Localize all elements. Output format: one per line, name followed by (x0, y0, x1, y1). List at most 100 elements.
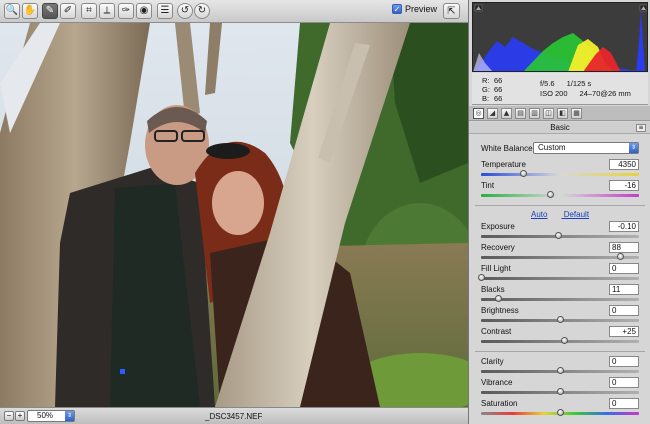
iso: ISO 200 (540, 89, 568, 98)
zoom-tool-button[interactable]: 🔍 (4, 3, 20, 19)
clarity-value-field[interactable]: 0 (609, 356, 639, 367)
saturation-control: Saturation 0 (469, 398, 650, 421)
vibrance-value-field[interactable]: 0 (609, 377, 639, 388)
vibrance-slider-thumb[interactable] (556, 388, 564, 395)
saturation-slider[interactable] (481, 409, 639, 416)
fill-light-value-field[interactable]: 0 (609, 263, 639, 274)
tint-control: Tint -16 (469, 180, 650, 203)
exposure-value-field[interactable]: -0.10 (609, 221, 639, 232)
split-toning-tab-icon: ▥ (531, 109, 538, 117)
presets-tab-icon: ▦ (573, 109, 580, 117)
blacks-control: Blacks 11 (469, 284, 650, 307)
recovery-value-field[interactable]: 88 (609, 242, 639, 253)
recovery-control: Recovery 88 (469, 242, 650, 265)
shutter-speed: 1/125 s (566, 79, 592, 88)
blacks-slider[interactable] (481, 295, 639, 302)
zoom-level-select[interactable]: 50% ⇕ (27, 410, 75, 422)
preferences-button[interactable]: ☰ (157, 3, 173, 19)
fullscreen-button[interactable]: ⇱ (443, 3, 460, 19)
tab-split-toning[interactable]: ▥ (529, 108, 540, 119)
status-bar: − + 50% ⇕ _DSC3457.NEF (0, 407, 468, 424)
plus-icon: + (17, 411, 23, 420)
white-balance-icon: ✎ (45, 5, 55, 16)
tint-slider-thumb[interactable] (547, 191, 555, 198)
crop-icon: ⌗ (86, 5, 92, 16)
rotate-right-button[interactable]: ↻ (194, 3, 210, 19)
recovery-label: Recovery (481, 243, 515, 252)
blacks-value-field[interactable]: 11 (609, 284, 639, 295)
tab-basic[interactable]: ◎ (473, 108, 484, 119)
tint-slider[interactable] (481, 191, 639, 198)
rotate-right-icon: ↻ (197, 5, 207, 16)
brightness-slider-thumb[interactable] (556, 316, 564, 323)
auto-link[interactable]: Auto (531, 210, 547, 219)
zoom-out-button[interactable]: − (4, 411, 14, 421)
preview-checkbox[interactable]: ✓ (392, 4, 402, 14)
tab-camera-calibration[interactable]: ◧ (557, 108, 568, 119)
preview-toggle[interactable]: ✓ Preview (392, 4, 437, 14)
contrast-value-field[interactable]: +25 (609, 326, 639, 337)
default-link[interactable]: Default (564, 210, 589, 219)
tint-value-field[interactable]: -16 (609, 180, 639, 191)
vibrance-control: Vibrance 0 (469, 377, 650, 400)
tab-hsl[interactable]: ▤ (515, 108, 526, 119)
brightness-slider[interactable] (481, 316, 639, 323)
file-name: _DSC3457.NEF (205, 412, 263, 421)
image-preview[interactable] (0, 23, 468, 407)
b-label: B: (482, 94, 490, 103)
saturation-value-field[interactable]: 0 (609, 398, 639, 409)
temperature-control: Temperature 4350 (469, 159, 650, 182)
minus-icon: − (6, 411, 12, 420)
temperature-value-field[interactable]: 4350 (609, 159, 639, 170)
clarity-slider[interactable] (481, 367, 639, 374)
tab-lens-corrections[interactable]: ◫ (543, 108, 554, 119)
tab-detail[interactable]: ▲ (501, 108, 512, 119)
red-eye-tool-button[interactable]: ◉ (136, 3, 152, 19)
straighten-tool-button[interactable]: ⟂ (99, 3, 115, 19)
r-label: R: (482, 76, 490, 85)
clarity-slider-thumb[interactable] (556, 367, 564, 374)
chevron-updown-icon: ⇕ (629, 143, 638, 153)
fill-light-slider-thumb[interactable] (477, 274, 485, 281)
temperature-slider[interactable] (481, 170, 639, 177)
zoom-in-button[interactable]: + (15, 411, 25, 421)
color-sampler-tool-button[interactable]: ✐ (60, 3, 76, 19)
panel-tabs: ◎ ◢ ▲ ▤ ▥ ◫ ◧ ▦ (469, 106, 650, 121)
divider (475, 351, 645, 352)
preferences-icon: ☰ (160, 5, 170, 16)
crop-tool-button[interactable]: ⌗ (81, 3, 97, 19)
lens-tab-icon: ◫ (545, 109, 552, 117)
exposure-slider-thumb[interactable] (554, 232, 562, 239)
brightness-value-field[interactable]: 0 (609, 305, 639, 316)
tint-label: Tint (481, 181, 495, 190)
recovery-slider[interactable] (481, 253, 639, 260)
contrast-slider[interactable] (481, 337, 639, 344)
fill-light-label: Fill Light (481, 264, 511, 273)
saturation-slider-thumb[interactable] (556, 409, 564, 416)
fill-light-slider[interactable] (477, 274, 639, 281)
blacks-slider-thumb[interactable] (494, 295, 502, 302)
color-sampler-icon: ✐ (63, 5, 73, 16)
white-balance-tool-button[interactable]: ✎ (42, 3, 58, 19)
retouch-tool-button[interactable]: ✑ (118, 3, 134, 19)
white-balance-label: White Balance: (481, 144, 535, 153)
vibrance-slider[interactable] (481, 388, 639, 395)
tab-tone-curve[interactable]: ◢ (487, 108, 498, 119)
g-label: G: (482, 85, 490, 94)
detail-tab-icon: ▲ (503, 109, 510, 117)
brightness-label: Brightness (481, 306, 519, 315)
panel-menu-button[interactable]: ≡ (636, 124, 646, 132)
clarity-control: Clarity 0 (469, 356, 650, 379)
white-balance-select[interactable]: Custom ⇕ (533, 142, 639, 154)
hand-tool-button[interactable]: ✋ (22, 3, 38, 19)
contrast-slider-thumb[interactable] (561, 337, 569, 344)
preview-label: Preview (405, 4, 438, 14)
rotate-left-button[interactable]: ↺ (177, 3, 193, 19)
tab-presets[interactable]: ▦ (571, 108, 582, 119)
white-balance-value: Custom (538, 143, 566, 152)
exposure-slider[interactable] (481, 232, 639, 239)
zoom-level-value: 50% (37, 411, 54, 420)
recovery-slider-thumb[interactable] (616, 253, 624, 260)
temperature-slider-thumb[interactable] (520, 170, 528, 177)
rotate-left-icon: ↺ (180, 5, 190, 16)
